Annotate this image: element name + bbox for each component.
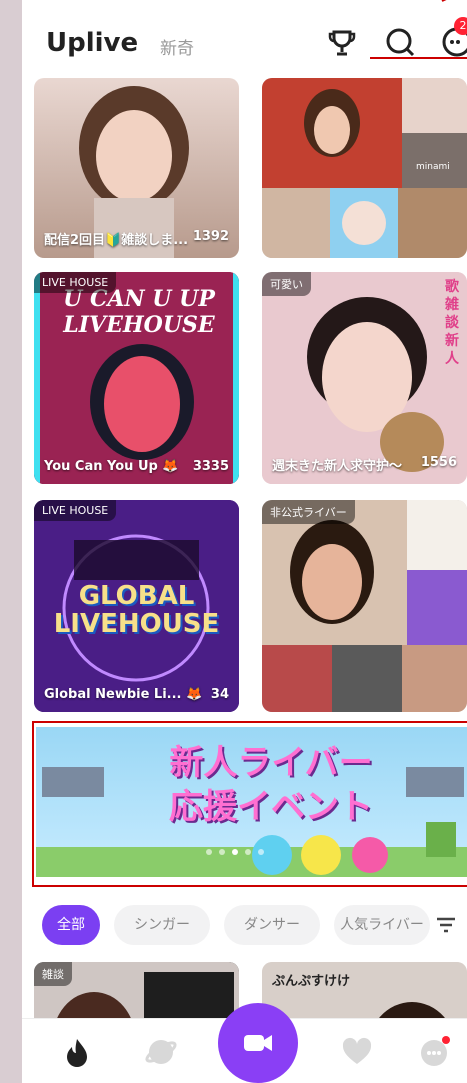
chip-popular[interactable]: 人気ライバー	[334, 905, 430, 945]
stream-caption-row: 週末きた新人求守护〜 1556	[272, 455, 457, 474]
stream-card[interactable]: 配信2回目🔰雑談しま... 1392	[34, 78, 239, 258]
category-tag: LIVE HOUSE	[34, 500, 117, 521]
card-art-title: U CAN U UP LIVEHOUSE	[63, 286, 215, 338]
heart-icon[interactable]	[340, 1035, 374, 1069]
search-icon[interactable]	[382, 24, 418, 60]
category-tag: 可愛い	[262, 272, 311, 296]
collage-name-label: minami	[416, 162, 450, 172]
live-camera-icon	[244, 1035, 272, 1051]
annotation-slash	[441, 0, 467, 2]
stream-title: You Can You Up 🦊	[44, 459, 179, 474]
streamer-photo	[262, 272, 467, 484]
viewer-count: 1556	[420, 455, 457, 470]
card-overlay-text: ぷんぷすけけ	[272, 974, 351, 989]
card-art-title: GLOBAL LIVEHOUSE	[53, 581, 220, 639]
stream-card[interactable]: GLOBAL LIVEHOUSE LIVE HOUSE Global Newbi…	[34, 500, 239, 712]
explore-icon[interactable]	[144, 1035, 178, 1069]
category-tag: 雑談	[34, 962, 72, 986]
viewer-count: 34	[210, 687, 229, 702]
stream-title: Global Newbie Li... 🦊	[44, 687, 203, 702]
stream-title: 配信2回目🔰雑談しま...	[44, 233, 189, 248]
stream-card[interactable]: U CAN U UP LIVEHOUSE LIVE HOUSE You Can …	[34, 272, 239, 484]
viewer-count: 3335	[192, 459, 229, 474]
annotation-box	[32, 721, 467, 887]
messages-icon[interactable]	[417, 1035, 451, 1069]
chip-singer[interactable]: シンガー	[114, 905, 210, 945]
stream-card[interactable]: 歌 雑談 新人 可愛い 週末きた新人求守护〜 1556	[262, 272, 467, 484]
category-tag: LIVE HOUSE	[34, 272, 117, 293]
chip-dancer[interactable]: ダンサー	[224, 905, 320, 945]
stream-card[interactable]: minami	[262, 78, 467, 258]
go-live-button[interactable]	[218, 1003, 298, 1083]
tab-newcomer[interactable]: 新奇	[160, 34, 194, 59]
app-logo: Uplive	[46, 28, 139, 58]
top-header: Uplive 新奇 2	[22, 0, 467, 78]
stream-title: 週末きた新人求守护〜	[272, 459, 403, 474]
card-side-text: 歌 雑談 新人	[445, 279, 459, 367]
app-screen: Uplive 新奇 2 配信2回目🔰雑談しま... 1392 minami U …	[22, 0, 467, 1083]
bottom-navigation	[22, 1003, 467, 1083]
annotation-line	[370, 57, 467, 59]
stream-caption-row: Global Newbie Li... 🦊 34	[44, 687, 229, 702]
category-tag: 非公式ライバー	[262, 500, 355, 524]
stream-caption-row: You Can You Up 🦊 3335	[44, 459, 229, 474]
chip-all[interactable]: 全部	[42, 905, 100, 945]
trophy-icon[interactable]	[324, 24, 360, 60]
home-icon[interactable]	[60, 1035, 94, 1069]
viewer-count: 1392	[192, 229, 229, 244]
stream-card[interactable]: 非公式ライバー	[262, 500, 467, 712]
category-filter-bar: 全部 シンガー ダンサー 人気ライバー	[22, 905, 467, 951]
stream-caption-row: 配信2回目🔰雑談しま... 1392	[44, 229, 229, 248]
filter-icon[interactable]	[434, 913, 458, 937]
streamer-collage	[262, 500, 467, 712]
notification-badge: 2	[454, 17, 467, 35]
